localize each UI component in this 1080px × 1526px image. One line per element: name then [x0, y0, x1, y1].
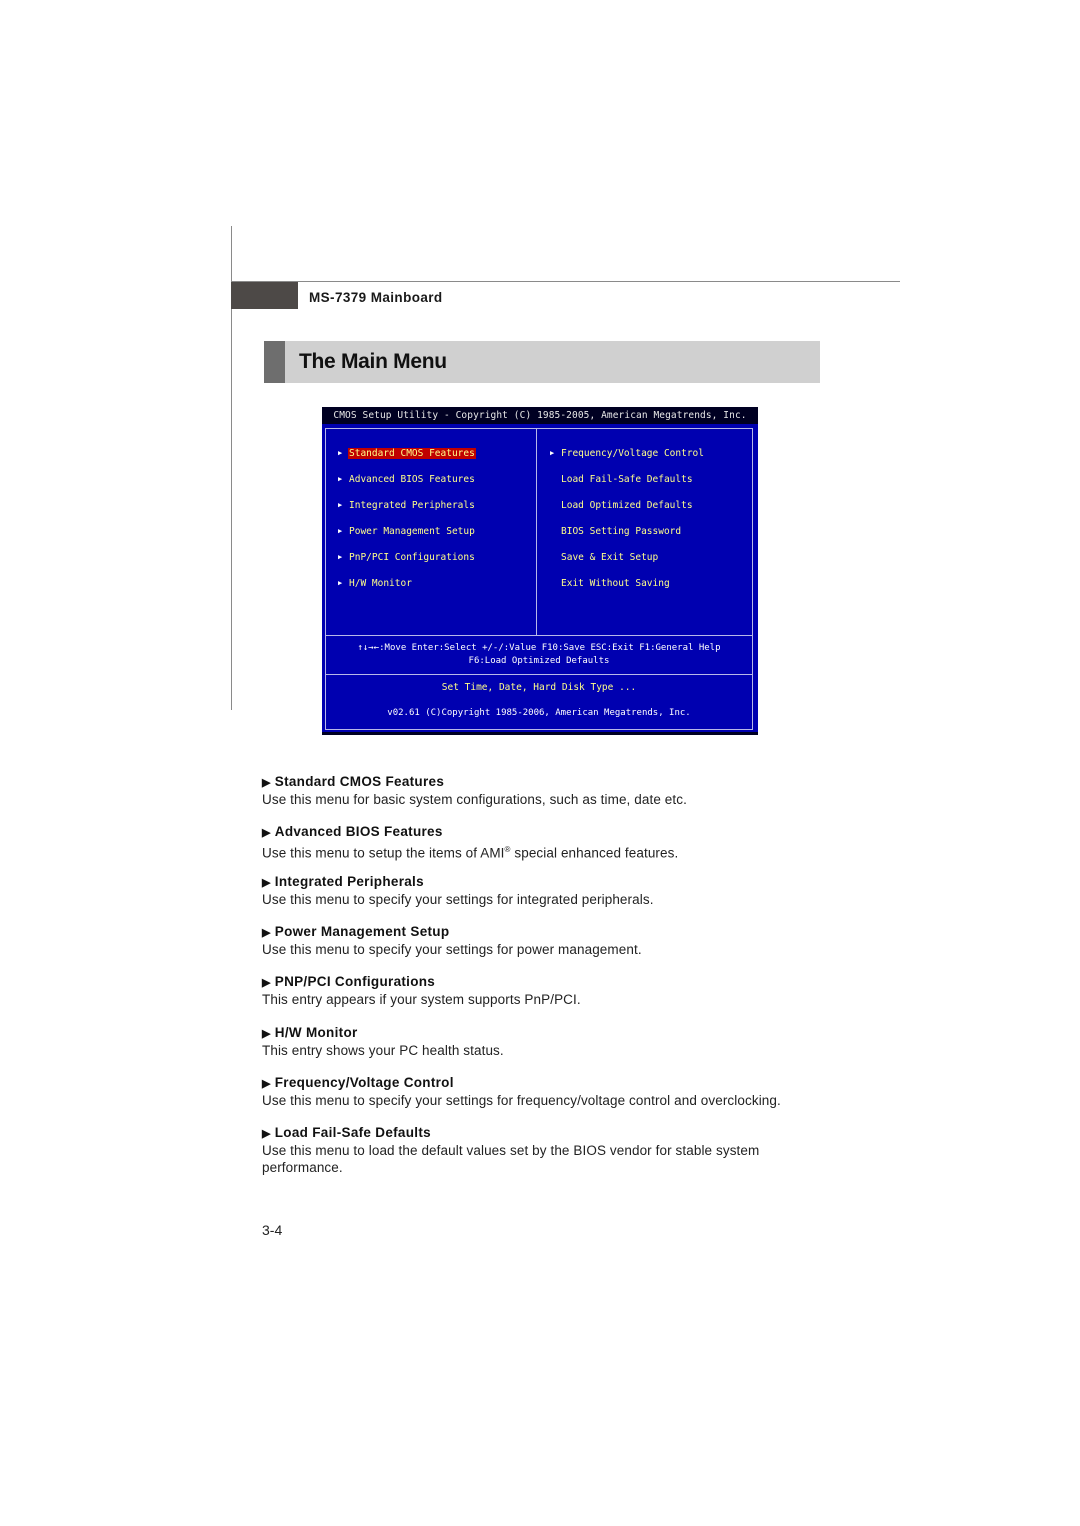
entry-frequency-voltage-control: ▶ Frequency/Voltage Control Use this menu… — [262, 1074, 822, 1109]
entry-title: H/W Monitor — [274, 1025, 358, 1040]
bios-divider — [325, 635, 753, 636]
section-heading-accent — [264, 341, 285, 383]
bios-menu-label: H/W Monitor — [349, 578, 412, 589]
entry-title: Frequency/Voltage Control — [274, 1075, 454, 1090]
bios-menu-label: Standard CMOS Features — [348, 448, 476, 459]
entry-integrated-peripherals: ▶ Integrated Peripherals Use this menu to… — [262, 873, 822, 908]
entry-title: Standard CMOS Features — [274, 774, 445, 789]
bios-menu-save-exit-setup[interactable]: Save & Exit Setup — [550, 551, 659, 564]
bios-menu-label: PnP/PCI Configurations — [349, 552, 475, 563]
section-heading-bar: The Main Menu — [264, 341, 820, 383]
triangle-bullet-icon: ▶ — [262, 927, 271, 939]
bios-menu-integrated-peripherals[interactable]: ▶ Integrated Peripherals — [338, 499, 476, 512]
submenu-arrow-icon: ▶ — [338, 501, 343, 509]
submenu-arrow-icon: ▶ — [550, 449, 555, 457]
bios-key-help-f6: F6:Load Optimized Defaults — [468, 656, 610, 666]
header-rule — [231, 281, 900, 282]
entry-advanced-bios-features: ▶ Advanced BIOS Features Use this menu to… — [262, 823, 822, 862]
bios-menu-load-optimized-defaults[interactable]: Load Optimized Defaults — [550, 499, 694, 512]
entry-text: Use this menu to specify your settings f… — [262, 892, 654, 907]
bios-menu-frequency-voltage-control[interactable]: ▶ Frequency/Voltage Control — [550, 447, 705, 460]
header-tab-block — [231, 282, 298, 309]
triangle-bullet-icon: ▶ — [262, 1028, 271, 1040]
bios-column-divider — [536, 428, 537, 635]
entry-power-management-setup: ▶ Power Management Setup Use this menu to… — [262, 923, 822, 958]
submenu-arrow-icon: ▶ — [338, 475, 343, 483]
triangle-bullet-icon: ▶ — [262, 1128, 271, 1140]
entry-pnp-pci-configurations: ▶ PNP/PCI Configurations This entry appea… — [262, 973, 822, 1008]
entry-text: Use this menu for basic system configura… — [262, 792, 687, 807]
triangle-bullet-icon: ▶ — [262, 827, 271, 839]
entry-title: Advanced BIOS Features — [274, 824, 443, 839]
bios-menu-label: Advanced BIOS Features — [349, 474, 475, 485]
bios-item-description: Set Time, Date, Hard Disk Type ... — [441, 682, 637, 693]
page-number: 3-4 — [262, 1222, 283, 1238]
bios-bottom-edge — [322, 732, 758, 735]
submenu-arrow-icon: ▶ — [338, 553, 343, 561]
triangle-bullet-icon: ▶ — [262, 977, 271, 989]
entry-standard-cmos-features: ▶ Standard CMOS Features Use this menu fo… — [262, 773, 822, 808]
submenu-arrow-icon: ▶ — [338, 449, 343, 457]
bios-menu-label: Frequency/Voltage Control — [561, 448, 704, 459]
bios-menu-label: Save & Exit Setup — [561, 552, 659, 563]
entry-text: This entry appears if your system suppor… — [262, 992, 581, 1007]
entry-load-fail-safe-defaults: ▶ Load Fail-Safe Defaults Use this menu t… — [262, 1124, 822, 1176]
entry-title: PNP/PCI Configurations — [274, 974, 436, 989]
entry-text: Use this menu to specify your settings f… — [262, 1093, 781, 1108]
entry-title: Power Management Setup — [274, 924, 450, 939]
bios-menu-label: Load Optimized Defaults — [561, 500, 693, 511]
triangle-bullet-icon: ▶ — [262, 1078, 271, 1090]
bios-menu-advanced-bios-features[interactable]: ▶ Advanced BIOS Features — [338, 473, 476, 486]
bios-menu-bios-setting-password[interactable]: BIOS Setting Password — [550, 525, 682, 538]
entry-text: Use this menu to load the default values… — [262, 1143, 760, 1175]
submenu-arrow-icon: ▶ — [338, 579, 343, 587]
submenu-arrow-icon: ▶ — [338, 527, 343, 535]
triangle-bullet-icon: ▶ — [262, 877, 271, 889]
bios-menu-standard-cmos-features[interactable]: ▶ Standard CMOS Features — [338, 447, 476, 460]
entry-title: Load Fail-Safe Defaults — [274, 1125, 431, 1140]
bios-divider — [325, 674, 753, 675]
bios-menu-exit-without-saving[interactable]: Exit Without Saving — [550, 577, 671, 590]
bios-menu-label: Power Management Setup — [349, 526, 475, 537]
bios-menu-hw-monitor[interactable]: ▶ H/W Monitor — [338, 577, 413, 590]
triangle-bullet-icon: ▶ — [262, 777, 271, 789]
bios-menu-load-fail-safe-defaults[interactable]: Load Fail-Safe Defaults — [550, 473, 694, 486]
section-title: The Main Menu — [299, 350, 447, 373]
bios-version-line: v02.61 (C)Copyright 1985-2006, American … — [387, 708, 691, 718]
board-title: MS-7379 Mainboard — [309, 290, 443, 305]
entry-text: This entry shows your PC health status. — [262, 1043, 504, 1058]
entry-text: Use this menu to specify your settings f… — [262, 942, 642, 957]
bios-menu-label: Integrated Peripherals — [349, 500, 475, 511]
bios-menu-label: Exit Without Saving — [561, 578, 670, 589]
bios-key-help: ↑↓→←:Move Enter:Select +/-/:Value F10:Sa… — [357, 643, 721, 653]
bios-menu-power-management-setup[interactable]: ▶ Power Management Setup — [338, 525, 476, 538]
bios-menu-pnp-pci-configurations[interactable]: ▶ PnP/PCI Configurations — [338, 551, 476, 564]
bios-screenshot: CMOS Setup Utility - Copyright (C) 1985-… — [322, 407, 758, 735]
bios-title-bar: CMOS Setup Utility - Copyright (C) 1985-… — [322, 407, 758, 424]
entry-text: Use this menu to setup the items of AMI®… — [262, 845, 679, 861]
entry-hw-monitor: ▶ H/W Monitor This entry shows your PC he… — [262, 1024, 822, 1059]
entry-title: Integrated Peripherals — [274, 874, 424, 889]
bios-menu-label: BIOS Setting Password — [561, 526, 682, 537]
bios-menu-label: Load Fail-Safe Defaults — [561, 474, 693, 485]
